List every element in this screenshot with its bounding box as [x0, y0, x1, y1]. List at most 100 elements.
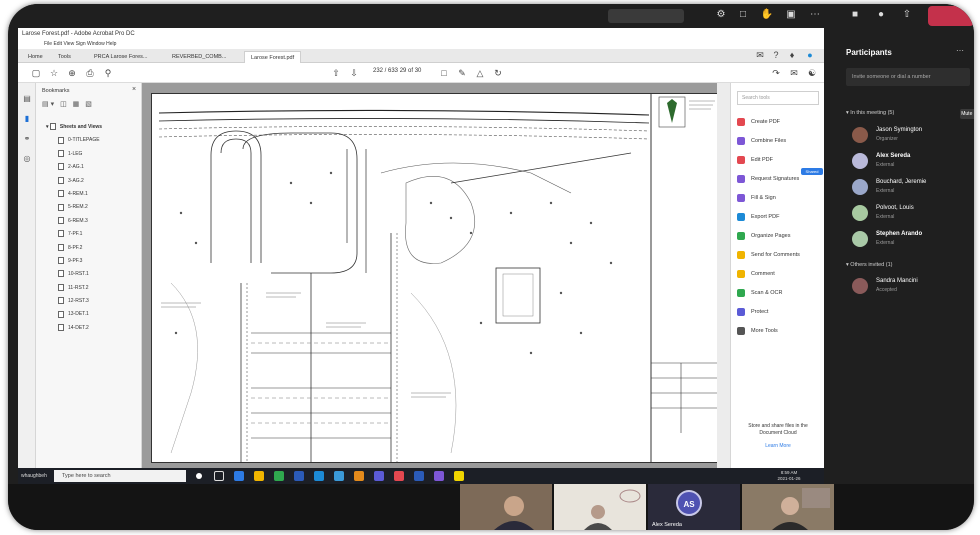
bookmark-item[interactable]: 3-AG.2	[46, 175, 140, 188]
document-scrollbar[interactable]	[717, 83, 730, 468]
participant-row[interactable]: Sandra Mancini Accepted	[846, 276, 970, 298]
document-view[interactable]	[142, 83, 730, 468]
bookmark-item[interactable]: 1-LEG	[46, 148, 140, 161]
participant-row[interactable]: Jason Symington Organizer	[846, 125, 970, 147]
mail-icon[interactable]: ✉	[788, 67, 800, 79]
create-icon[interactable]: ▢	[30, 67, 42, 79]
chrome-icon[interactable]	[354, 471, 364, 481]
learn-more-link[interactable]: Learn More	[739, 443, 817, 449]
tab-prca-larose[interactable]: PRCA Larose Fores...	[88, 51, 154, 63]
bookmark-item[interactable]: 8-PF.2	[46, 242, 140, 255]
browser-icon[interactable]	[334, 471, 344, 481]
tab-home[interactable]: Home	[22, 51, 49, 63]
tab-tools[interactable]: Tools	[52, 51, 77, 63]
bookmark-item[interactable]: 14-DET.2	[46, 322, 140, 335]
sticky-notes-icon[interactable]	[454, 471, 464, 481]
tool-fill-sign[interactable]: Fill & Sign	[737, 192, 776, 204]
rooms-icon[interactable]: ▣	[784, 8, 798, 22]
print-icon[interactable]: ⎙	[84, 67, 96, 79]
edge-icon[interactable]	[234, 471, 244, 481]
tool-combine-files[interactable]: Combine Files	[737, 135, 786, 147]
outlook-icon[interactable]	[314, 471, 324, 481]
highlight-icon[interactable]: △	[474, 67, 486, 79]
bookmark-item[interactable]: 0-TITLEPAGE	[46, 134, 140, 147]
bookmark-options-icon[interactable]: ▤▾ ◫ ▦ ▧	[42, 100, 94, 108]
participant-row[interactable]: Bouchard, Jeremie External	[846, 177, 970, 199]
more-options-icon[interactable]: ⋯	[956, 46, 964, 55]
attachment-icon[interactable]: ⚭	[21, 133, 33, 145]
more-actions-icon[interactable]: ⋯	[808, 8, 822, 22]
camera-icon[interactable]: ■	[848, 8, 862, 22]
tab-reverbed-comb[interactable]: REVERBED_COMB...	[166, 51, 232, 63]
tool-protect[interactable]: Protect	[737, 306, 768, 318]
word-icon[interactable]	[294, 471, 304, 481]
share-screen-icon[interactable]: ⇧	[900, 8, 914, 22]
bell-icon[interactable]: ♦	[786, 49, 798, 61]
acrobat-menu-bar[interactable]: File Edit View Sign Window Help	[18, 40, 824, 49]
layers-icon[interactable]: ◎	[21, 153, 33, 165]
star-icon[interactable]: ☆	[48, 67, 60, 79]
bookmark-item[interactable]: 11-RST.2	[46, 282, 140, 295]
mute-all-button[interactable]: Mute all	[960, 109, 974, 119]
tool-more-tools[interactable]: More Tools	[737, 325, 778, 337]
file-explorer-icon[interactable]	[254, 471, 264, 481]
tool-export-pdf[interactable]: Export PDF	[737, 211, 779, 223]
chat-icon[interactable]: □	[736, 8, 750, 22]
invite-input[interactable]: Invite someone or dial a number	[846, 68, 970, 86]
participant-row[interactable]: Polvoot, Louis External	[846, 203, 970, 225]
zoom-icon[interactable]: ⚲	[102, 67, 114, 79]
bookmark-item[interactable]: 7-PF.1	[46, 228, 140, 241]
microphone-icon[interactable]: ●	[874, 8, 888, 22]
bookmark-item[interactable]: 5-REM.2	[46, 201, 140, 214]
onenote-icon[interactable]	[434, 471, 444, 481]
raise-hand-icon[interactable]: ✋	[760, 8, 774, 22]
tool-edit-pdf[interactable]: Edit PDF	[737, 154, 773, 166]
video-tile[interactable]	[460, 484, 552, 530]
bookmark-item[interactable]: 6-REM.3	[46, 215, 140, 228]
tab-larose-forest[interactable]: Larose Forest.pdf	[244, 51, 302, 63]
video-tile-alex-sereda[interactable]: AS Alex Sereda	[648, 484, 740, 530]
account-icon[interactable]: ●	[804, 49, 816, 61]
tool-scan-ocr[interactable]: Scan & OCR	[737, 287, 782, 299]
upload-icon[interactable]: ⊕	[66, 67, 78, 79]
tool-create-pdf[interactable]: Create PDF	[737, 116, 780, 128]
accessibility-icon[interactable]: ☯	[806, 67, 818, 79]
previous-page-icon[interactable]: ⇧	[330, 67, 342, 79]
cortana-icon[interactable]	[196, 473, 202, 479]
participants-icon[interactable]: ⚙	[714, 8, 728, 22]
excel-icon[interactable]	[274, 471, 284, 481]
video-tile[interactable]	[554, 484, 646, 530]
comment-icon[interactable]: □	[438, 67, 450, 79]
in-meeting-section[interactable]: ▾ In this meeting (5)	[846, 110, 894, 116]
participant-row[interactable]: Stephen Arando External	[846, 229, 970, 251]
onedrive-icon[interactable]	[414, 471, 424, 481]
search-tools-input[interactable]: Search tools	[737, 91, 819, 105]
video-tile[interactable]	[742, 484, 834, 530]
chat-bubble-icon[interactable]: ✉	[754, 49, 766, 61]
others-invited-section[interactable]: ▾ Others invited (1)	[846, 262, 892, 268]
bookmark-item[interactable]: 12-RST.3	[46, 295, 140, 308]
bookmark-item[interactable]: 2-AG.1	[46, 161, 140, 174]
close-icon[interactable]: ×	[132, 86, 136, 93]
bookmark-item[interactable]: 4-REM.1	[46, 188, 140, 201]
page-indicator[interactable]: 232 / 633 29 of 30	[373, 68, 421, 74]
participant-row[interactable]: Alex Sereda External	[846, 151, 970, 173]
next-page-icon[interactable]: ⇩	[348, 67, 360, 79]
rotate-icon[interactable]: ↻	[492, 67, 504, 79]
tool-comment[interactable]: Comment	[737, 268, 775, 280]
leave-button[interactable]	[928, 6, 974, 26]
taskbar-search-input[interactable]: Type here to search	[54, 470, 186, 482]
bookmark-item[interactable]: 9-PF.3	[46, 255, 140, 268]
bookmark-item[interactable]: 10-RST.1	[46, 268, 140, 281]
bookmark-icon[interactable]: ▮	[21, 113, 33, 125]
acrobat-app-icon[interactable]	[394, 471, 404, 481]
teams-app-icon[interactable]	[374, 471, 384, 481]
task-view-icon[interactable]	[214, 471, 224, 481]
tool-send-for-comments[interactable]: Send for Comments	[737, 249, 800, 261]
help-icon[interactable]: ?	[770, 49, 782, 61]
page-thumbnails-icon[interactable]: ▤	[21, 93, 33, 105]
tool-organize-pages[interactable]: Organize Pages	[737, 230, 790, 242]
bookmark-item[interactable]: 13-DET.1	[46, 308, 140, 321]
tool-request-signatures[interactable]: Request Signatures	[737, 173, 799, 185]
share-icon[interactable]: ↷	[770, 67, 782, 79]
